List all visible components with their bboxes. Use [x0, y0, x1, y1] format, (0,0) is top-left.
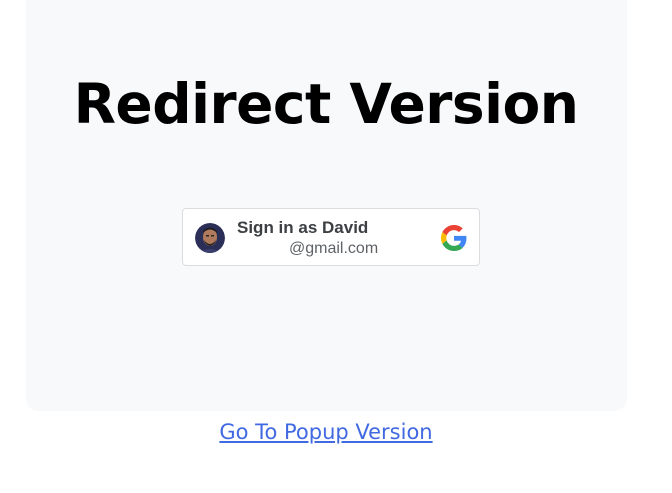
- go-to-popup-version-link[interactable]: Go To Popup Version: [0, 418, 652, 446]
- sign-in-label: Sign in as David: [237, 218, 369, 237]
- google-logo-icon: [441, 225, 467, 251]
- user-avatar-icon: [195, 223, 225, 253]
- content-panel: [26, 0, 627, 411]
- account-email: @gmail.com: [289, 240, 379, 257]
- google-sign-in-button[interactable]: Sign in as David @gmail.com: [182, 208, 480, 266]
- sign-in-text-group: Sign in as David @gmail.com: [237, 217, 427, 259]
- page-title: Redirect Version: [73, 72, 579, 136]
